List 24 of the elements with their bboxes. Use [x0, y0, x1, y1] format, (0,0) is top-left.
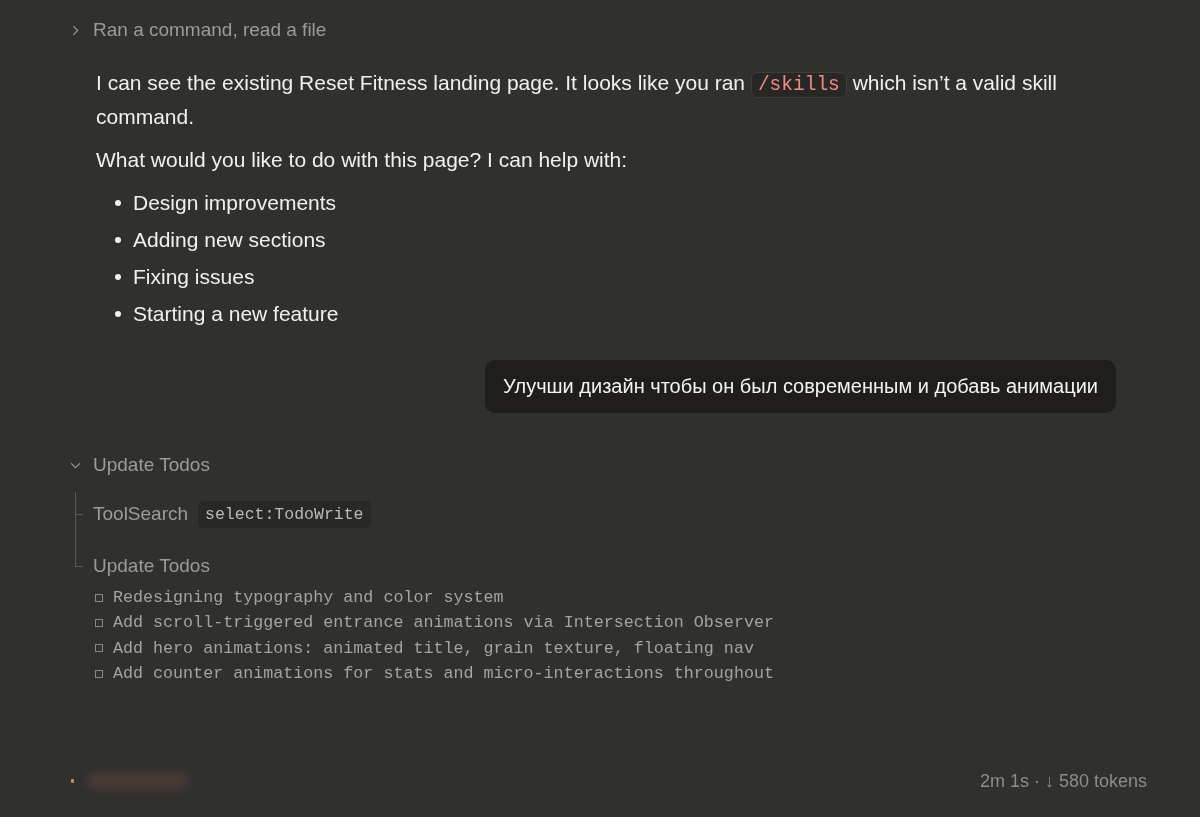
step-toggle[interactable]: Ran a command, read a file — [68, 16, 327, 44]
bullet-text: Fixing issues — [133, 264, 255, 290]
inline-code: /skills — [750, 72, 847, 98]
todo-text: Add counter animations for stats and micro-interactions throughout — [113, 662, 774, 685]
bullet-dot-icon — [115, 236, 121, 243]
todo-text: Add hero animations: animated title, grain texture, floating nav — [113, 637, 754, 660]
bullet-dot-icon — [115, 310, 121, 317]
bullet-text: Starting a new feature — [133, 301, 339, 327]
tool-name: ToolSearch — [93, 503, 189, 525]
user-message-bubble: Улучши дизайн чтобы он был современным и добавь анимации — [485, 360, 1116, 413]
bullet-text: Design improvements — [133, 190, 337, 216]
chevron-down-icon — [70, 461, 81, 469]
todo-text: Add scroll-triggered entrance animations via Intersection Observer — [113, 612, 774, 635]
tool-name: Update Todos — [93, 555, 210, 577]
bullet-dot-icon — [115, 273, 121, 280]
todo-text: Redesigning typography and color system — [113, 587, 504, 609]
tool-argument: select:TodoWrite — [198, 500, 371, 528]
message-paragraph: What would you like to do with this page? I can help with: — [96, 147, 629, 173]
step-toggle[interactable]: Update Todos — [68, 451, 210, 479]
bullet-text: Adding new sections — [133, 227, 326, 253]
bullet-dot-icon — [115, 199, 121, 206]
message-paragraph: I can see the existing Reset Fitness landing page. It looks like you ran /skills which isn’t a valid skill command. — [96, 70, 1058, 130]
token-stats: 2m 1s · ↓ 580 tokens — [979, 770, 1147, 792]
chevron-right-icon — [72, 24, 79, 36]
